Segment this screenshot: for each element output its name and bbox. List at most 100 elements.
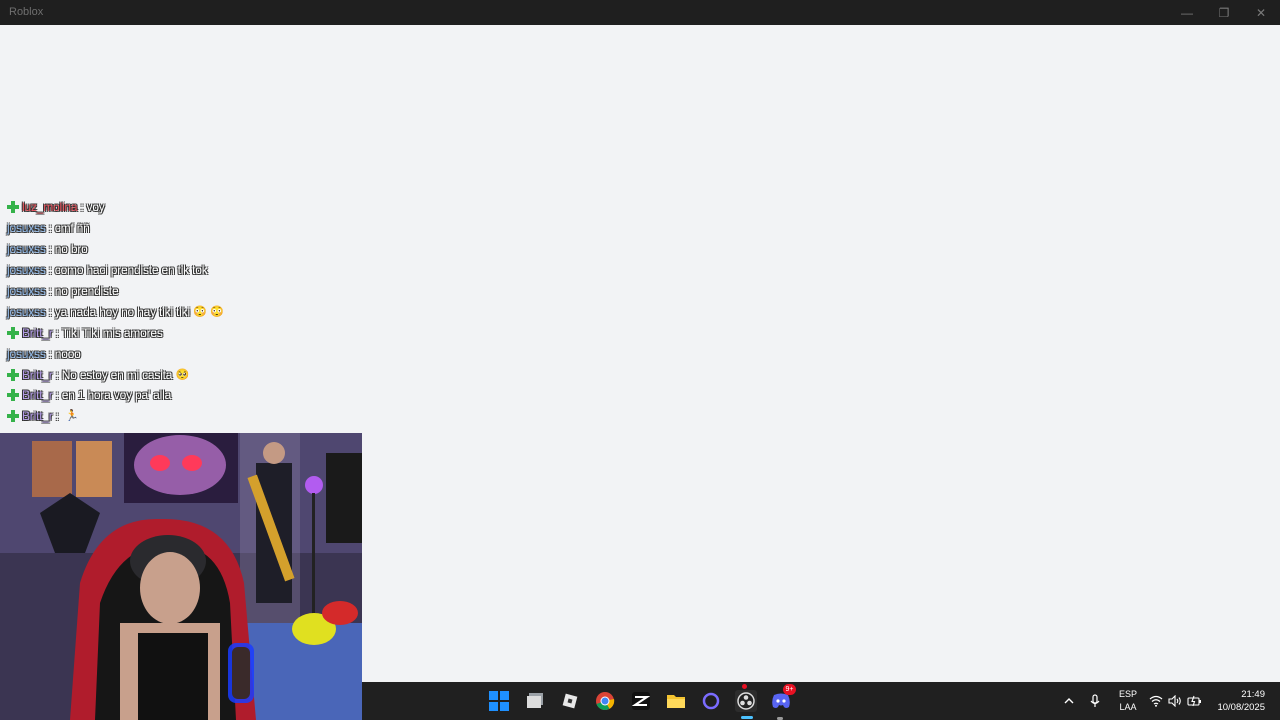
chat-separator: : — [48, 263, 52, 278]
chat-text: cmf ññ — [54, 221, 90, 236]
chat-emoji: 🏃 — [65, 410, 79, 423]
chat-separator: : — [48, 221, 52, 236]
chat-emoji: 😳 — [193, 305, 207, 318]
chat-message: josuxss: ya nada hoy no hay tiki tiki 😳 😳 — [7, 301, 367, 322]
chat-message: josuxss: no bro — [7, 239, 367, 260]
chat-separator: : — [55, 409, 59, 424]
plus-badge-icon — [7, 326, 19, 339]
battery-charging-icon — [1187, 695, 1201, 707]
chat-message: josuxss: como haci prendiste en tik tok — [7, 260, 367, 281]
task-view-icon — [527, 693, 543, 708]
chat-username: Britt_r — [22, 325, 53, 340]
windows-taskbar: 9+ ESP LAA 21:49 10/08/2025 — [362, 682, 1280, 720]
wifi-icon — [1149, 695, 1163, 707]
ring-app-icon — [702, 692, 720, 710]
clock[interactable]: 21:49 10/08/2025 — [1217, 688, 1265, 714]
chat-emoji: 😳 — [210, 305, 224, 318]
plus-badge-icon — [7, 389, 19, 402]
chat-username: josuxss — [7, 304, 46, 319]
discord-notification-badge: 9+ — [783, 684, 796, 695]
obs-taskbar-button[interactable] — [735, 684, 757, 712]
clock-time: 21:49 — [1241, 689, 1265, 700]
obs-icon — [737, 692, 755, 710]
language-code: ESP — [1119, 689, 1138, 699]
wifi-tray-button[interactable] — [1149, 682, 1163, 720]
webcam-overlay — [0, 433, 362, 720]
chat-message: Britt_r: Tiki Tiki mis amores — [7, 322, 367, 343]
chat-emoji: 🥺 — [175, 368, 190, 381]
chat-text: No estoy en mi casita — [61, 367, 173, 382]
close-icon: ✕ — [1255, 5, 1267, 20]
chat-text: Tiki Tiki mis amores — [61, 325, 163, 340]
task-view-button[interactable] — [524, 690, 546, 712]
input-language-indicator[interactable]: ESP LAA — [1119, 688, 1137, 714]
speaker-icon — [1168, 695, 1181, 707]
start-button[interactable] — [488, 690, 510, 712]
chat-username: josuxss — [7, 263, 46, 278]
clock-date: 10/08/2025 — [1217, 702, 1265, 713]
minimize-icon: — — [1181, 5, 1193, 20]
chat-text: como haci prendiste en tik tok — [54, 263, 208, 278]
chat-message: Britt_r: 🏃 — [7, 406, 367, 427]
show-hidden-icons-button[interactable] — [1063, 682, 1075, 720]
chat-username: luz_molina — [22, 200, 78, 215]
restore-button[interactable]: ❐ — [1205, 0, 1243, 25]
discord-taskbar-button[interactable]: 9+ — [770, 684, 796, 712]
chat-username: Britt_r — [22, 367, 53, 382]
chat-message: josuxss: no prendiste — [7, 281, 367, 302]
chat-separator: : — [80, 200, 84, 215]
capcut-taskbar-button[interactable] — [630, 690, 652, 712]
keyboard-layout: LAA — [1119, 702, 1137, 712]
microphone-tray-button[interactable] — [1089, 682, 1101, 720]
chat-message: josuxss: cmf ññ — [7, 218, 367, 239]
discord-icon — [772, 693, 790, 708]
chat-separator: : — [55, 325, 59, 340]
windows-logo-icon — [489, 691, 509, 711]
chrome-taskbar-button[interactable] — [594, 690, 616, 712]
plus-badge-icon — [7, 410, 19, 423]
recording-dot-icon — [742, 684, 747, 689]
capcut-icon — [632, 692, 650, 710]
chat-username: josuxss — [7, 221, 46, 236]
chat-message: Britt_r: en 1 hora voy pa' alla — [7, 385, 367, 406]
restore-icon: ❐ — [1218, 5, 1230, 20]
chat-separator: : — [55, 388, 59, 403]
close-button[interactable]: ✕ — [1242, 0, 1280, 25]
chat-text: ya nada hoy no hay tiki tiki — [54, 304, 190, 319]
ring-app-taskbar-button[interactable] — [700, 690, 722, 712]
battery-tray-button[interactable] — [1187, 682, 1202, 720]
chat-username: josuxss — [7, 346, 46, 361]
plus-badge-icon — [7, 201, 19, 214]
chat-username: josuxss — [7, 242, 46, 257]
plus-badge-icon — [7, 368, 19, 381]
chat-message: Britt_r: No estoy en mi casita 🥺 — [7, 364, 367, 385]
chat-text: voy — [86, 200, 105, 215]
chat-separator: : — [48, 346, 52, 361]
chat-separator: : — [48, 242, 52, 257]
chat-username: Britt_r — [22, 388, 53, 403]
chat-message: josuxss: nooo — [7, 343, 367, 364]
chat-overlay: luz_molina: voy josuxss: cmf ññ josuxss: no b… — [7, 197, 367, 427]
chevron-up-icon — [1064, 698, 1074, 704]
chrome-icon — [596, 692, 615, 711]
file-explorer-taskbar-button[interactable] — [665, 690, 687, 712]
chat-text: no bro — [54, 242, 88, 257]
minimize-button[interactable]: — — [1168, 0, 1206, 25]
roblox-icon — [562, 693, 578, 709]
obs-active-indicator — [741, 716, 753, 719]
chat-separator: : — [55, 367, 59, 382]
chat-text: en 1 hora voy pa' alla — [61, 388, 172, 403]
roblox-taskbar-button[interactable] — [559, 690, 581, 712]
folder-icon — [667, 695, 685, 708]
window-titlebar: Roblox — ❐ ✕ — [0, 0, 1280, 25]
chat-text: nooo — [54, 346, 81, 361]
chat-separator: : — [48, 304, 52, 319]
chat-username: Britt_r — [22, 409, 53, 424]
chat-separator: : — [48, 284, 52, 298]
chat-username: josuxss — [7, 284, 46, 298]
microphone-icon — [1090, 694, 1100, 707]
webcam-image — [0, 433, 362, 720]
chat-message: luz_molina: voy — [7, 197, 367, 218]
volume-tray-button[interactable] — [1168, 682, 1182, 720]
window-title: Roblox — [9, 6, 44, 18]
